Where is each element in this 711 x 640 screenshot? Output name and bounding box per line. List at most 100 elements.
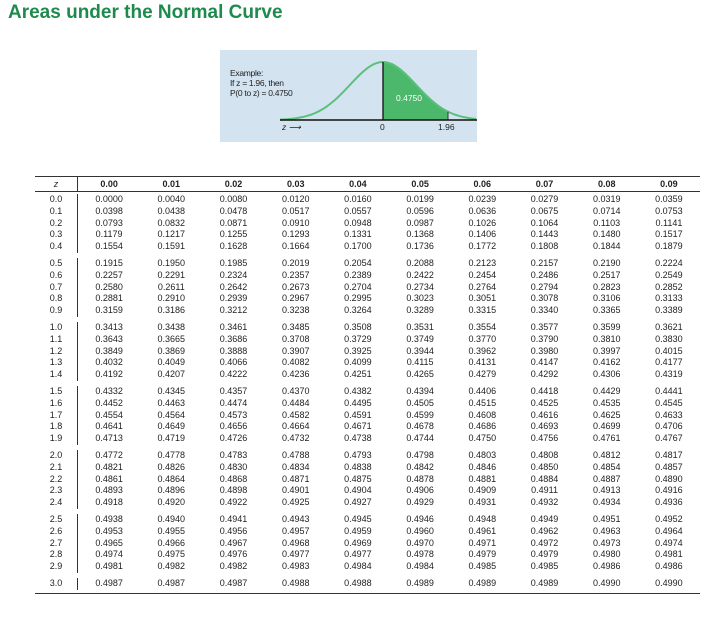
area-value: 0.4418: [530, 385, 559, 396]
area-value: 0.4633: [655, 409, 683, 420]
area-value: 0.4834: [281, 461, 310, 472]
area-value: 0.0871: [219, 217, 248, 228]
area-value: 0.2019: [281, 257, 310, 268]
area-value: 0.4968: [281, 537, 310, 548]
area-value: 0.4878: [406, 473, 434, 484]
area-value: 0.3643: [95, 333, 123, 344]
area-value: 0.2517: [592, 269, 621, 280]
area-value: 0.4726: [219, 433, 248, 444]
table-row: 1.8 0.4641 0.4649 0.4656 0.4664 0.4671 0.4678 0…: [35, 421, 700, 434]
area-value: 0.4965: [95, 537, 123, 548]
z-header: z: [35, 177, 78, 191]
area-value: 0.0040: [157, 194, 186, 204]
area-value: 0.4846: [468, 461, 497, 472]
area-value: 0.4986: [655, 561, 683, 572]
area-value: 0.0120: [281, 194, 310, 204]
table-row: 0.8 0.2881 0.2910 0.2939 0.2967 0.2995 0.3023 0…: [35, 293, 700, 306]
area-value: 0.3925: [344, 345, 372, 356]
area-value: 0.4989: [468, 577, 497, 588]
area-value: 0.4948: [468, 513, 497, 524]
area-value: 0.0199: [406, 194, 434, 204]
table-row: 1.5 0.4332 0.4345 0.4357 0.4370 0.4382 0.4394 0…: [35, 385, 700, 398]
area-value: 0.2054: [344, 257, 372, 268]
z-value: 2.5: [35, 513, 78, 526]
z-value: 1.1: [35, 333, 78, 346]
area-value: 0.4821: [95, 461, 123, 472]
area-value: 0.4332: [95, 385, 123, 396]
area-value: 0.2549: [655, 269, 683, 280]
table-row: 1.2 0.3849 0.3869 0.3888 0.3907 0.3925 0.3944 0…: [35, 345, 700, 358]
area-value: 0.2454: [468, 269, 497, 280]
area-value: 0.4545: [655, 397, 683, 408]
table-row: 0.5 0.1915 0.1950 0.1985 0.2019 0.2054 0.2088 0…: [35, 257, 700, 270]
area-value: 0.4943: [281, 513, 310, 524]
area-value: 0.4656: [219, 421, 248, 432]
table-row: 1.0 0.3413 0.3438 0.3461 0.3485 0.3508 0.3531 0…: [35, 321, 700, 334]
area-value: 0.1368: [406, 229, 434, 240]
area-value: 0.4896: [157, 485, 186, 496]
z-value: 0.5: [35, 257, 78, 270]
area-value: 0.4922: [219, 497, 248, 508]
area-value: 0.1255: [219, 229, 248, 240]
area-value: 0.4678: [406, 421, 434, 432]
area-value: 0.4974: [655, 537, 683, 548]
z-value: 0.9: [35, 305, 78, 317]
shaded-area: [383, 62, 448, 120]
area-value: 0.4949: [530, 513, 559, 524]
area-value: 0.0478: [219, 205, 248, 216]
area-value: 0.4982: [157, 561, 186, 572]
z-value: 2.3: [35, 485, 78, 498]
area-value: 0.4649: [157, 421, 186, 432]
area-value: 0.4979: [468, 549, 497, 560]
area-value: 0.2764: [468, 281, 497, 292]
area-value: 0.4515: [468, 397, 497, 408]
area-value: 0.3944: [406, 345, 434, 356]
area-value: 0.4901: [281, 485, 310, 496]
area-value: 0.0948: [344, 217, 372, 228]
area-value: 0.4927: [344, 497, 372, 508]
area-value: 0.0279: [530, 194, 559, 204]
area-value: 0.4292: [530, 369, 559, 380]
area-value: 0.4985: [468, 561, 497, 572]
area-value: 0.4049: [157, 357, 186, 368]
area-value: 0.3599: [592, 321, 621, 332]
area-value: 0.4382: [344, 385, 372, 396]
area-value: 0.1517: [655, 229, 683, 240]
area-value: 0.2324: [219, 269, 248, 280]
table-row: 1.6 0.4452 0.4463 0.4474 0.4484 0.4495 0.4505 0…: [35, 397, 700, 410]
area-value: 0.2734: [406, 281, 434, 292]
area-value: 0.4207: [157, 369, 186, 380]
area-value: 0.4986: [592, 561, 621, 572]
area-value: 0.4783: [219, 449, 248, 460]
area-value: 0.4788: [281, 449, 310, 460]
area-value: 0.4989: [406, 577, 434, 588]
area-value: 0.4850: [530, 461, 559, 472]
z-value: 2.8: [35, 549, 78, 562]
area-value: 0.3078: [530, 293, 559, 304]
area-value: 0.4591: [344, 409, 372, 420]
table-row: 0.0 0.0000 0.0040 0.0080 0.0120 0.0160 0.0199 0…: [35, 194, 700, 206]
area-value: 0.4988: [281, 577, 310, 588]
column-header: 0.01: [162, 179, 181, 189]
area-value: 0.4909: [468, 485, 497, 496]
area-value: 0.1026: [468, 217, 497, 228]
area-value: 0.3159: [95, 305, 123, 316]
area-value: 0.4881: [468, 473, 497, 484]
area-value: 0.3106: [592, 293, 621, 304]
area-value: 0.4803: [468, 449, 497, 460]
area-value: 0.3770: [468, 333, 497, 344]
area-value: 0.4826: [157, 461, 186, 472]
row-group: 1.5 0.4332 0.4345 0.4357 0.4370 0.4382 0.4394 0…: [35, 384, 700, 448]
area-value: 0.4251: [344, 369, 372, 380]
z-value: 1.9: [35, 433, 78, 445]
area-value: 0.3461: [219, 321, 248, 332]
area-value: 0.4686: [468, 421, 497, 432]
area-value: 0.4738: [344, 433, 372, 444]
area-value: 0.4625: [592, 409, 621, 420]
z-value: 1.6: [35, 397, 78, 410]
area-value: 0.4962: [530, 525, 559, 536]
example-text: Example: If z = 1.96, then P(0 to z) = 0…: [230, 68, 293, 98]
area-value: 0.3810: [592, 333, 621, 344]
area-value: 0.4842: [406, 461, 434, 472]
area-value: 0.4505: [406, 397, 434, 408]
